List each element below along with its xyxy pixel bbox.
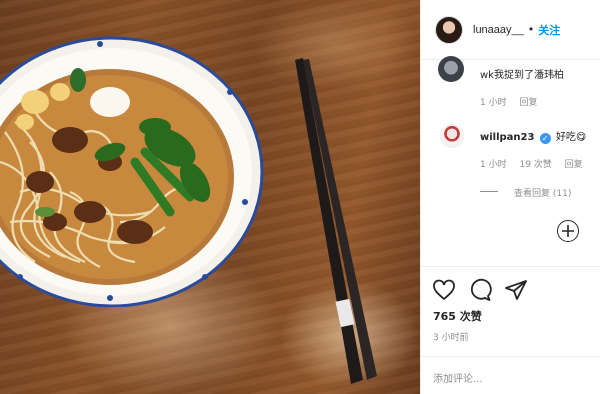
like-count[interactable]: 765 次赞: [433, 308, 482, 324]
comment-username[interactable]: willpan23: [480, 132, 534, 143]
comment-time: 1 小时: [480, 98, 507, 108]
commenter-avatar[interactable]: [438, 56, 464, 82]
comment-text: 好吃😋: [555, 132, 587, 143]
comment-likes[interactable]: 19 次赞: [519, 160, 551, 170]
verified-badge-icon: ✓: [539, 133, 551, 144]
comment-meta: 1 小时 回复: [480, 95, 547, 108]
share-paper-plane-icon[interactable]: [504, 278, 528, 302]
avatar[interactable]: [435, 15, 463, 44]
reply-button[interactable]: 回复: [565, 160, 583, 170]
divider: [420, 356, 600, 357]
heart-icon[interactable]: [432, 278, 456, 302]
replies-divider: [480, 191, 498, 192]
plus-circle-icon[interactable]: [557, 220, 579, 242]
comment-text: wk我捉到了潘玮柏: [480, 70, 564, 81]
comment-time: 1 小时: [480, 160, 507, 170]
comment-meta: 1 小时 19 次赞 回复: [480, 157, 593, 170]
reply-button[interactable]: 回复: [519, 98, 537, 108]
post-timestamp: 3 小时前: [433, 333, 469, 343]
comment-bubble-icon[interactable]: [468, 278, 492, 302]
chopsticks: [295, 58, 377, 384]
separator-dot: •: [527, 23, 535, 36]
commenter-avatar[interactable]: [440, 124, 464, 148]
post-header: lunaaay__ • 关注: [421, 0, 600, 60]
action-bar: [432, 278, 528, 302]
post-photo[interactable]: [0, 0, 420, 394]
comment-line: willpan23 ✓ 好吃😋: [480, 128, 586, 144]
divider: [420, 266, 600, 267]
follow-button[interactable]: 关注: [538, 22, 560, 38]
view-replies-button[interactable]: 查看回复 (11): [514, 186, 571, 199]
noodle-bowl: [0, 36, 264, 307]
post-username[interactable]: lunaaay__: [473, 24, 524, 36]
comment-input[interactable]: 添加评论...: [433, 370, 483, 385]
